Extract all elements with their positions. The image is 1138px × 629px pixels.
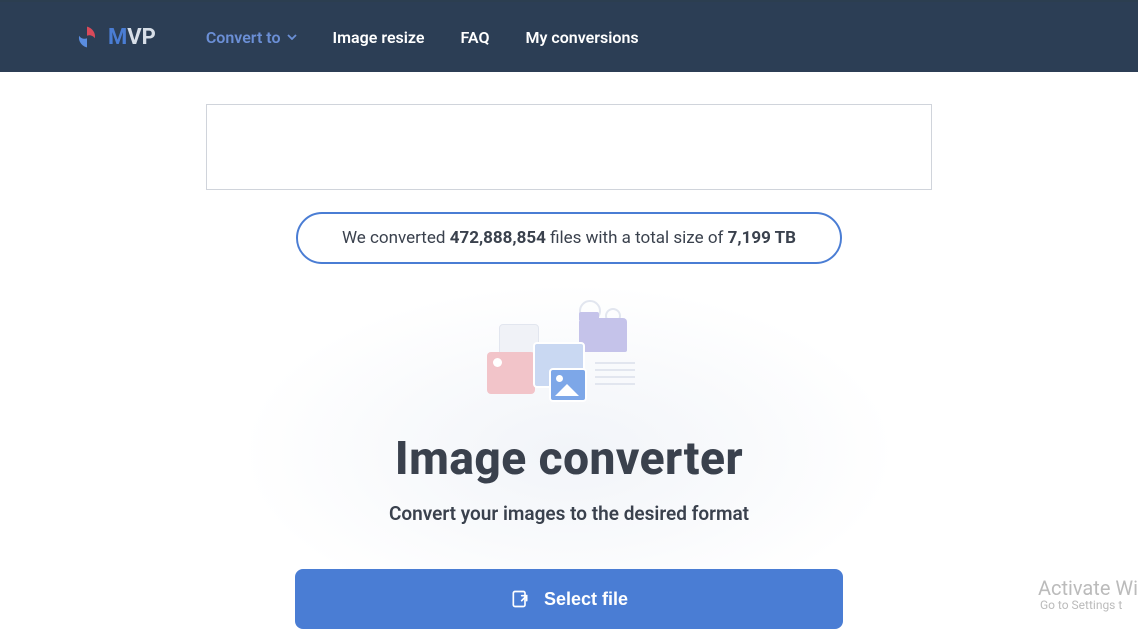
nav-image-resize[interactable]: Image resize xyxy=(333,28,425,47)
select-file-button[interactable]: Select file xyxy=(295,569,843,629)
stats-file-count: 472,888,854 xyxy=(450,228,546,248)
logo[interactable]: MVP xyxy=(74,24,156,50)
watermark-line2: Go to Settings t xyxy=(1038,599,1138,612)
nav-label: FAQ xyxy=(461,28,490,47)
button-label: Select file xyxy=(544,589,628,610)
stats-total-size: 7,199 TB xyxy=(728,228,796,248)
nav-label: Convert to xyxy=(206,28,281,47)
folder-icon xyxy=(579,318,627,352)
nav-label: My conversions xyxy=(525,28,638,47)
document-lines-icon xyxy=(595,362,635,402)
nav-my-conversions[interactable]: My conversions xyxy=(525,28,638,47)
page-title: Image converter xyxy=(395,432,743,486)
hero-illustration xyxy=(479,290,659,426)
page-subtitle: Convert your images to the desired forma… xyxy=(389,502,749,525)
stats-mid: files with a total size of xyxy=(546,228,728,248)
stats-prefix: We converted xyxy=(342,228,450,248)
logo-icon xyxy=(74,24,100,50)
hero-section: Image converter Convert your images to t… xyxy=(209,282,929,629)
photo-icon xyxy=(549,368,587,402)
nav-convert-to[interactable]: Convert to xyxy=(206,28,297,47)
logo-text: MVP xyxy=(108,25,156,50)
ad-placeholder xyxy=(206,104,932,190)
file-icon xyxy=(510,589,530,609)
nav-links: Convert to Image resize FAQ My conversio… xyxy=(206,28,639,47)
watermark-line1: Activate Wi xyxy=(1038,576,1138,600)
photo-icon xyxy=(487,352,535,394)
nav-label: Image resize xyxy=(333,28,425,47)
nav-faq[interactable]: FAQ xyxy=(461,28,490,47)
windows-activation-watermark: Activate Wi Go to Settings t xyxy=(1038,577,1138,612)
navbar: MVP Convert to Image resize FAQ My conve… xyxy=(0,2,1138,72)
stats-pill: We converted 472,888,854 files with a to… xyxy=(296,212,842,264)
main-content: We converted 472,888,854 files with a to… xyxy=(0,72,1138,629)
chevron-down-icon xyxy=(287,34,297,40)
